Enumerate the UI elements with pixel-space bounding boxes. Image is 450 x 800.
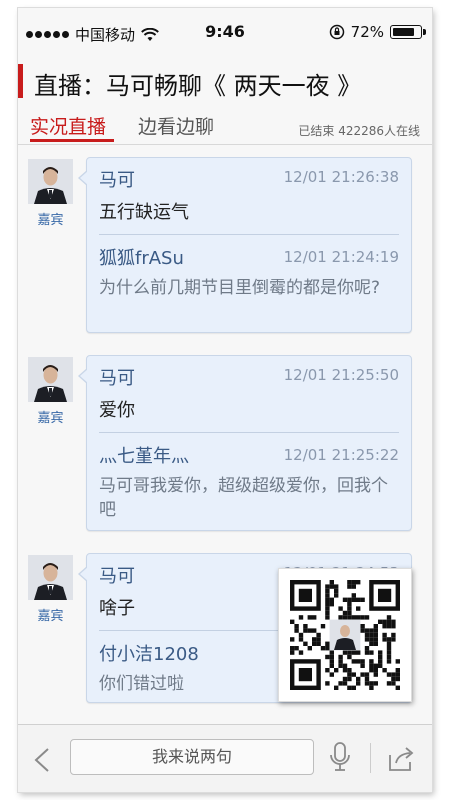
reply-author[interactable]: 马可 — [99, 166, 135, 192]
avatar[interactable] — [28, 357, 73, 402]
live-status-text: 已结束 422286人在线 — [298, 124, 420, 138]
question-author[interactable]: 狐狐frASu — [99, 244, 184, 270]
message-item: 嘉宾 马可 12/01 21:25:50 爱你 灬七堇年灬 12/01 21:2… — [18, 355, 432, 535]
battery-icon — [390, 25, 426, 39]
status-right: 72% — [329, 23, 426, 41]
reply-text: 爱你 — [99, 400, 135, 421]
message-item: 嘉宾 马可 12/01 21:26:38 五行缺运气 狐狐frASu 12/01… — [18, 157, 432, 337]
battery-percent: 72% — [350, 23, 384, 41]
rotation-lock-icon — [329, 24, 344, 40]
message-bubble: 马可 12/01 21:25:50 爱你 灬七堇年灬 12/01 21:25:2… — [78, 355, 412, 531]
share-icon[interactable] — [386, 745, 416, 773]
question-time: 12/01 21:24:19 — [283, 248, 399, 266]
title-bar: 直播：马可畅聊《 两天一夜 》 — [18, 54, 432, 106]
reply-author[interactable]: 马可 — [99, 364, 135, 390]
avatar-image — [28, 159, 73, 204]
divider — [99, 234, 399, 235]
question-time: 12/01 21:25:22 — [283, 446, 399, 464]
divider — [99, 432, 399, 433]
tab-live[interactable]: 实况直播 — [30, 112, 106, 139]
guest-label: 嘉宾 — [37, 213, 64, 228]
guest-label: 嘉宾 — [37, 411, 64, 426]
microphone-icon[interactable] — [328, 741, 352, 773]
comment-input[interactable]: 我来说两句 — [70, 739, 314, 775]
message-bubble: 马可 12/01 21:26:38 五行缺运气 狐狐frASu 12/01 21… — [78, 157, 412, 333]
avatar[interactable] — [28, 159, 73, 204]
reply-time: 12/01 21:25:50 — [283, 366, 399, 384]
guest-label: 嘉宾 — [37, 609, 64, 624]
avatar-image — [28, 357, 73, 402]
avatar[interactable] — [28, 555, 73, 600]
avatar-image — [28, 555, 73, 600]
page-title: 直播：马可畅聊《 两天一夜 》 — [34, 72, 362, 100]
reply-author[interactable]: 马可 — [99, 562, 135, 588]
tab-active-indicator — [30, 139, 114, 142]
toolbar-separator — [370, 743, 371, 773]
question-author[interactable]: 付小洁1208 — [99, 640, 199, 666]
qr-code-image — [279, 569, 411, 701]
question-author[interactable]: 灬七堇年灬 — [99, 442, 189, 468]
bottom-toolbar: 我来说两句 — [18, 724, 432, 792]
question-text: 为什么前几期节目里倒霉的都是你呢? — [99, 278, 381, 298]
reply-text: 五行缺运气 — [99, 202, 189, 223]
chevron-left-icon[interactable] — [32, 747, 52, 773]
title-accent-bar — [18, 64, 23, 98]
reply-time: 12/01 21:26:38 — [283, 168, 399, 186]
app-frame: 中国移动 9:46 72% 直播：马可畅聊《 两天一夜 》 实况直播 边看边聊 — [18, 8, 432, 792]
question-text: 马可哥我爱你，超级超级爱你，回我个吧 — [99, 476, 388, 520]
tab-chat[interactable]: 边看边聊 — [138, 112, 214, 139]
status-bar: 中国移动 9:46 72% — [18, 8, 432, 54]
tab-bar: 实况直播 边看边聊 已结束 422286人在线 — [18, 108, 432, 145]
reply-text: 啥子 — [99, 598, 135, 619]
qr-code[interactable] — [278, 568, 412, 702]
